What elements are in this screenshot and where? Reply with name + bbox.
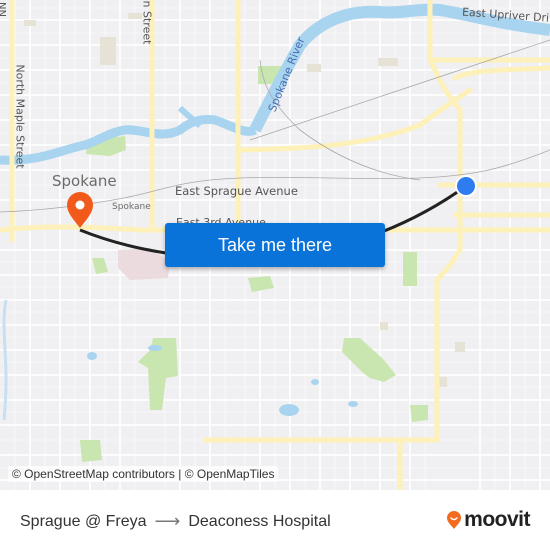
destination-pin-icon[interactable] — [67, 192, 93, 228]
moovit-pin-icon — [447, 511, 462, 529]
map-attribution[interactable]: © OpenStreetMap contributors | © OpenMap… — [8, 466, 279, 482]
origin-name: Sprague @ Freya — [20, 512, 147, 530]
city-label: Spokane — [52, 172, 117, 190]
street-label-top-left: NN — [0, 2, 7, 17]
street-label-north-maple: North Maple Street — [13, 64, 27, 169]
street-label-division: n Street — [140, 0, 154, 45]
city-label-small: Spokane — [112, 202, 151, 212]
street-label-east-sprague: East Sprague Avenue — [175, 184, 298, 198]
route-summary: Sprague @ Freya ⟶ Deaconess Hospital — [20, 511, 331, 532]
moovit-logo: moovit — [446, 508, 530, 532]
destination-name: Deaconess Hospital — [188, 512, 331, 530]
moovit-wordmark: moovit — [464, 508, 530, 531]
footer: Sprague @ Freya ⟶ Deaconess Hospital moo… — [0, 490, 550, 550]
take-me-there-button[interactable]: Take me there — [165, 223, 385, 267]
arrow-right-icon: ⟶ — [154, 511, 181, 531]
map-view[interactable]: Spokane Spokane East Sprague Avenue East… — [0, 0, 550, 490]
origin-marker[interactable] — [457, 177, 475, 195]
